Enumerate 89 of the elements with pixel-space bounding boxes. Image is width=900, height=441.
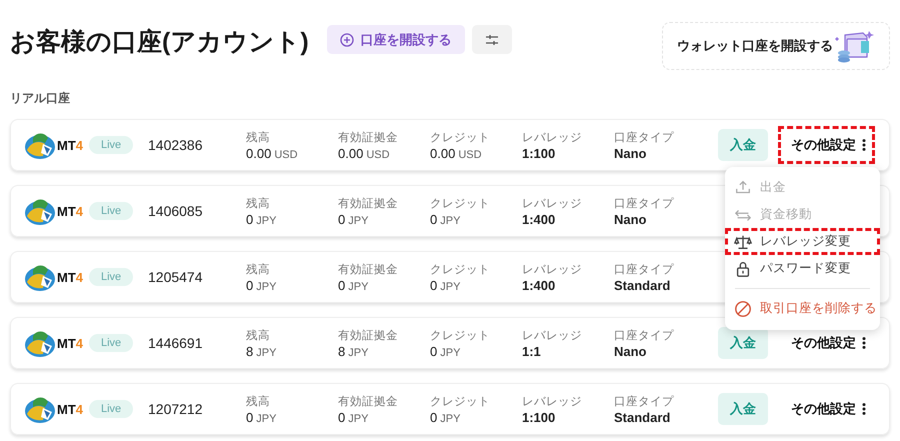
field-label: 口座タイプ: [614, 130, 674, 144]
menu-item[interactable]: パスワード変更: [725, 255, 880, 282]
live-badge: Live: [89, 136, 134, 154]
field-label: レバレッジ: [522, 196, 582, 210]
field-value: Standard: [614, 278, 672, 292]
live-badge: Live: [89, 334, 134, 352]
field-label: レバレッジ: [522, 262, 582, 276]
filter-button[interactable]: [472, 25, 512, 54]
account-number: 1406085: [148, 203, 204, 219]
field-label: 有効証拠金: [338, 262, 398, 276]
field-label: クレジット: [430, 394, 490, 408]
plus-circle-icon: [340, 32, 354, 46]
account-number: 1446691: [148, 335, 204, 351]
field-value: 0 JPY: [246, 212, 276, 226]
sliders-icon: [484, 32, 499, 46]
field-value: Nano: [614, 344, 648, 358]
field-value: 0.00 USD: [338, 146, 391, 160]
field-label: 口座タイプ: [614, 196, 674, 210]
account-number: 1205474: [148, 269, 204, 285]
platform-label: MT4: [57, 402, 84, 416]
field-value: 0 JPY: [338, 212, 370, 226]
scale-icon: [734, 232, 752, 250]
field-label: 口座タイプ: [614, 394, 674, 408]
prohibited-icon: [734, 300, 752, 318]
live-badge: Live: [89, 202, 134, 220]
field-label: 残高: [246, 130, 271, 144]
live-badge: Live: [89, 268, 134, 286]
field-value: 0 JPY: [338, 278, 370, 292]
field-label: 口座タイプ: [614, 328, 674, 342]
field-value: 0 JPY: [246, 410, 276, 424]
field-label: 有効証拠金: [338, 394, 398, 408]
more-settings-button[interactable]: その他設定: [778, 324, 875, 362]
field-value: 0.00 USD: [430, 146, 483, 160]
more-icon: [862, 139, 866, 151]
platform-label: MT4: [57, 270, 84, 284]
field-value: 1:100: [522, 410, 556, 424]
platform-label: MT4: [57, 138, 84, 152]
menu-item[interactable]: 取引口座を削除する: [725, 295, 880, 322]
field-label: クレジット: [430, 130, 490, 144]
field-value: 1:100: [522, 146, 556, 160]
field-value: 0.00 USD: [246, 146, 298, 160]
lock-icon: [734, 260, 752, 278]
field-value: 0 JPY: [430, 212, 462, 226]
account-number: 1402386: [148, 137, 204, 153]
field-label: クレジット: [430, 328, 490, 342]
field-label: クレジット: [430, 196, 490, 210]
wallet-card-label: ウォレット口座を開設する: [677, 37, 833, 55]
wallet-card[interactable]: ウォレット口座を開設する: [662, 22, 890, 70]
field-value: 0 JPY: [338, 410, 370, 424]
field-label: 残高: [246, 196, 271, 210]
field-label: 有効証拠金: [338, 196, 398, 210]
field-value: Nano: [614, 212, 648, 226]
more-settings-button[interactable]: その他設定: [778, 390, 875, 428]
field-value: 0 JPY: [430, 410, 462, 424]
platform-label: MT4: [57, 204, 84, 218]
field-label: クレジット: [430, 262, 490, 276]
field-value: 1:400: [522, 212, 556, 226]
field-value: 8 JPY: [338, 344, 370, 358]
field-value: 1:400: [522, 278, 556, 292]
field-label: 口座タイプ: [614, 262, 674, 276]
field-label: レバレッジ: [522, 328, 582, 342]
wallet-icon: [833, 29, 875, 63]
more-icon: [862, 403, 866, 415]
field-label: 有効証拠金: [338, 130, 398, 144]
page-title: お客様の口座(アカウント): [10, 27, 309, 58]
account-number: 1207212: [148, 401, 204, 417]
more-icon: [862, 337, 866, 349]
deposit-button[interactable]: 入金: [718, 129, 768, 161]
menu-item[interactable]: レバレッジ変更: [725, 228, 880, 255]
field-label: レバレッジ: [522, 130, 582, 144]
field-value: Standard: [614, 410, 672, 424]
field-value: 0 JPY: [430, 278, 462, 292]
field-value: 0 JPY: [430, 344, 462, 358]
field-label: 残高: [246, 262, 271, 276]
deposit-button[interactable]: 入金: [718, 327, 768, 359]
field-label: 残高: [246, 328, 271, 342]
field-value: 8 JPY: [246, 344, 276, 358]
section-title: リアル口座: [10, 90, 71, 107]
platform-label: MT4: [57, 336, 84, 350]
more-settings-button[interactable]: その他設定: [778, 126, 875, 164]
field-value: 0 JPY: [246, 278, 276, 292]
deposit-button[interactable]: 入金: [718, 393, 768, 425]
field-value: Nano: [614, 146, 648, 160]
field-label: 有効証拠金: [338, 328, 398, 342]
live-badge: Live: [89, 400, 134, 418]
open-account-button[interactable]: 口座を開設する: [326, 25, 465, 54]
field-label: 残高: [246, 394, 271, 408]
field-value: 1:1: [522, 344, 542, 358]
field-label: レバレッジ: [522, 394, 582, 408]
